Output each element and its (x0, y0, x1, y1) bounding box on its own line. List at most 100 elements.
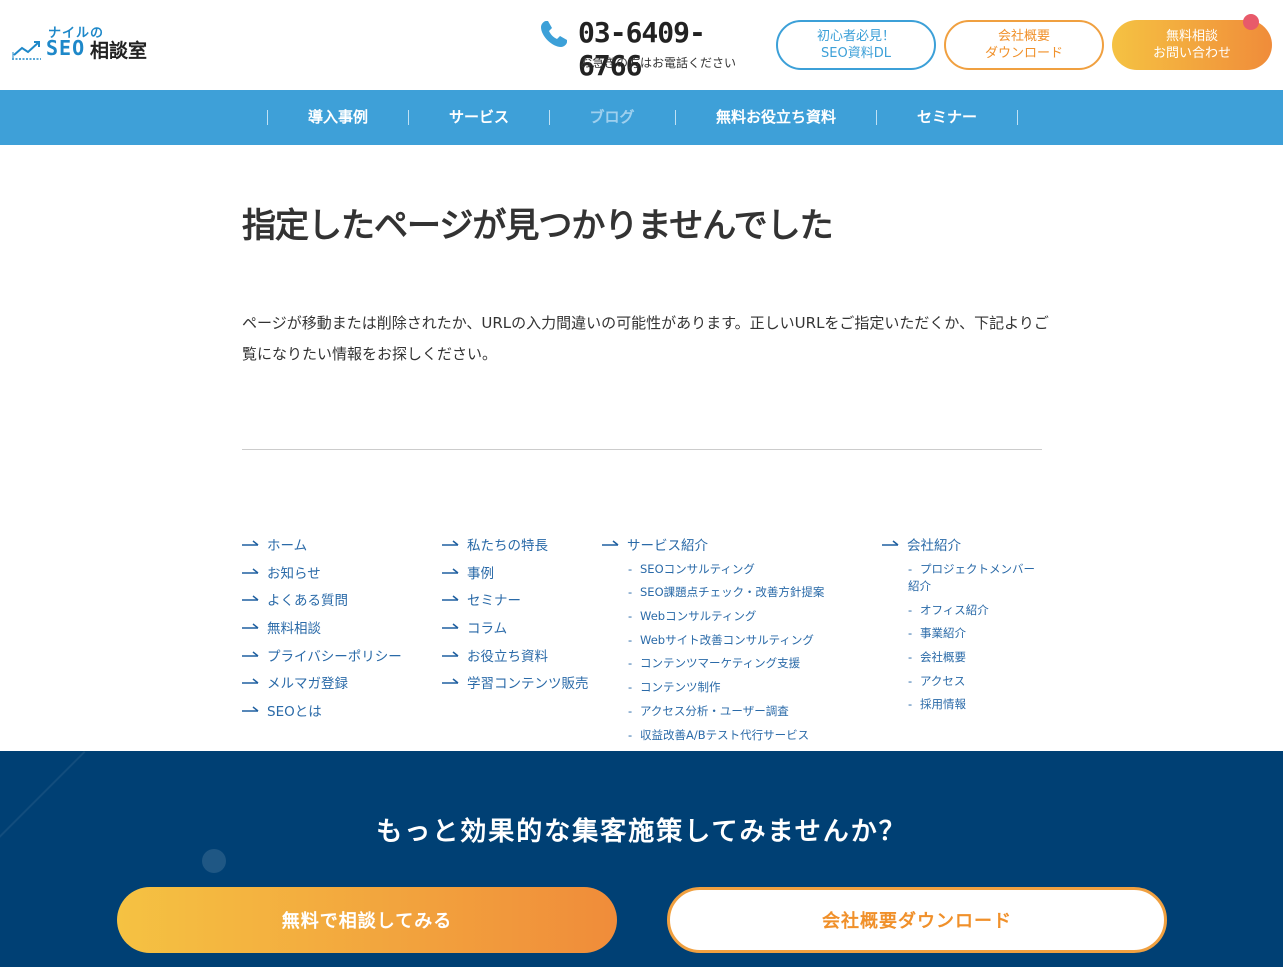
site-logo[interactable]: ナイルの SEO 相談室 (12, 22, 162, 68)
arrow-right-icon (442, 678, 459, 685)
arrow-right-icon (242, 651, 259, 657)
sitemap-link-label: 事例 (467, 565, 494, 582)
sitemap-link-label: セミナー (467, 593, 521, 610)
sitemap-sublink[interactable]: - 会社概要 (882, 646, 1044, 670)
sitemap-sublink-label: 会社概要 (920, 650, 966, 665)
dash: - (628, 585, 633, 600)
dash: - (628, 609, 633, 624)
sitemap-sublink[interactable]: - SEOコンサルティング (602, 558, 824, 582)
sitemap-link-label: 無料相談 (267, 620, 321, 637)
trend-chart-icon (12, 41, 41, 60)
button-line2: SEO資料DL (821, 46, 891, 61)
arrow-right-icon (242, 540, 259, 546)
sitemap-link[interactable]: お知らせ (242, 558, 402, 586)
sitemap-sublink[interactable]: - 採用情報 (882, 693, 1044, 717)
phone-icon (541, 21, 567, 47)
sitemap-sublink-label: SEO課題点チェック・改善方針提案 (640, 585, 825, 600)
nav-item-seminars[interactable]: セミナー (877, 90, 1017, 145)
sitemap-link-label: お知らせ (267, 565, 321, 582)
site-header: ナイルの SEO 相談室 03-6409-6766 お急ぎの方はお電話ください … (0, 0, 1283, 90)
nav-item-free-materials[interactable]: 無料お役立ち資料 (676, 90, 876, 145)
button-line1: 初心者必見！ (816, 29, 895, 44)
sitemap-link-company[interactable]: 会社紹介 (882, 530, 1044, 558)
dash: - (908, 650, 913, 665)
sitemap-sublink[interactable]: - コンテンツマーケティング支援 (602, 652, 824, 676)
sitemap-sublink-label: 採用情報 (920, 697, 966, 712)
arrow-right-icon (242, 567, 259, 574)
sitemap-sublink-label: Webサイト改善コンサルティング (640, 632, 814, 647)
sitemap-link-label: お役立ち資料 (467, 648, 548, 665)
sitemap-link-label: プライバシーポリシー (267, 648, 402, 665)
sitemap-link[interactable]: SEOとは (242, 696, 402, 724)
sitemap-heading-label: サービス紹介 (627, 537, 708, 554)
arrow-right-icon (242, 595, 259, 601)
sitemap-sublink[interactable]: - コンテンツ制作 (602, 676, 824, 700)
button-line2: お問い合わせ (1152, 46, 1231, 61)
sitemap-link-label: ホーム (267, 537, 308, 554)
sitemap-sublink-label: Webコンサルティング (640, 609, 757, 624)
phone-number[interactable]: 03-6409-6766 (578, 16, 760, 82)
nav-item-services[interactable]: サービス (409, 90, 549, 145)
arrow-right-icon (442, 595, 459, 601)
logo-seo-text: SEO (46, 36, 86, 60)
sitemap-link[interactable]: 事例 (442, 558, 589, 586)
button-line2: ダウンロード (984, 46, 1063, 61)
logo-title-text: 相談室 (90, 40, 148, 62)
sitemap-link[interactable]: お役立ち資料 (442, 641, 589, 669)
sitemap-link[interactable]: 私たちの特長 (442, 530, 589, 558)
dash: - (628, 703, 633, 718)
arrow-right-icon (442, 567, 459, 574)
dash: - (908, 697, 913, 712)
cta-section: もっと効果的な集客施策してみませんか？ 無料で相談してみる 会社概要ダウンロード (0, 751, 1283, 967)
dash: - (628, 680, 633, 695)
sitemap-sublink-label: オフィス紹介 (920, 602, 989, 617)
sitemap-sublink[interactable]: - Webサイト改善コンサルティング (602, 629, 824, 653)
page-title: 指定したページが見つかりませんでした (242, 206, 834, 246)
sitemap-link[interactable]: メルマガ登録 (242, 668, 402, 696)
dash: - (908, 673, 913, 688)
arrow-right-icon (242, 706, 259, 712)
nav-item-case-studies[interactable]: 導入事例 (268, 90, 408, 145)
main-nav: 導入事例 サービス ブログ 無料お役立ち資料 セミナー (0, 90, 1283, 145)
nav-separator (1017, 110, 1018, 125)
dash: - (908, 561, 913, 576)
cta-download-button[interactable]: 会社概要ダウンロード (667, 887, 1167, 953)
sitemap-column-1: ホーム お知らせ よくある質問 無料相談 プライバシーポリシー メルマガ登録 S… (242, 530, 402, 724)
sitemap-sublink[interactable]: - 事業紹介 (882, 622, 1044, 646)
dash: - (908, 626, 913, 641)
sitemap-sublink[interactable]: - アクセス分析・ユーザー調査 (602, 700, 824, 724)
divider (242, 449, 1042, 450)
sitemap-link[interactable]: ホーム (242, 530, 402, 558)
sitemap-sublink-label: 収益改善A/Bテスト代行サービス (640, 727, 810, 742)
sitemap-link[interactable]: 無料相談 (242, 613, 402, 641)
sitemap-link[interactable]: よくある質問 (242, 585, 402, 613)
phone-contact[interactable]: 03-6409-6766 お急ぎの方はお電話ください (538, 16, 760, 82)
sitemap-sublink-label: アクセス (920, 673, 966, 688)
sitemap-link[interactable]: コラム (442, 613, 589, 641)
sitemap-link-label: SEOとは (267, 703, 322, 720)
button-line1: 無料相談 (1165, 29, 1218, 44)
sitemap-sublink[interactable]: - オフィス紹介 (882, 599, 1044, 623)
sitemap-heading-label: 会社紹介 (907, 537, 961, 554)
dash: - (628, 656, 633, 671)
sitemap-sublink[interactable]: - SEO課題点チェック・改善方針提案 (602, 581, 824, 605)
sitemap-link[interactable]: プライバシーポリシー (242, 641, 402, 669)
sitemap-sublink[interactable]: - 収益改善A/Bテスト代行サービス (602, 724, 824, 748)
sitemap-link-services[interactable]: サービス紹介 (602, 530, 824, 558)
sitemap-link[interactable]: 学習コンテンツ販売 (442, 668, 589, 696)
cta-consult-button[interactable]: 無料で相談してみる (117, 887, 617, 953)
sitemap-column-services: サービス紹介 - SEOコンサルティング - SEO課題点チェック・改善方針提案 -… (602, 530, 824, 747)
nav-item-blog[interactable]: ブログ (550, 90, 674, 145)
dash: - (628, 632, 633, 647)
sitemap-link[interactable]: セミナー (442, 585, 589, 613)
seo-doc-download-button[interactable]: 初心者必見！ SEO資料DL (776, 20, 936, 70)
cta-title: もっと効果的な集客施策してみませんか？ (376, 817, 907, 847)
sitemap-sublink[interactable]: - アクセス (882, 670, 1044, 694)
company-overview-download-button[interactable]: 会社概要 ダウンロード (944, 20, 1104, 70)
dash: - (628, 561, 633, 576)
sitemap-sublink[interactable]: - Webコンサルティング (602, 605, 824, 629)
arrow-right-icon (602, 540, 619, 546)
sitemap-sublink[interactable]: - プロジェクトメンバー紹介 (882, 558, 1044, 599)
arrow-right-icon (242, 623, 259, 629)
dash: - (628, 727, 633, 742)
